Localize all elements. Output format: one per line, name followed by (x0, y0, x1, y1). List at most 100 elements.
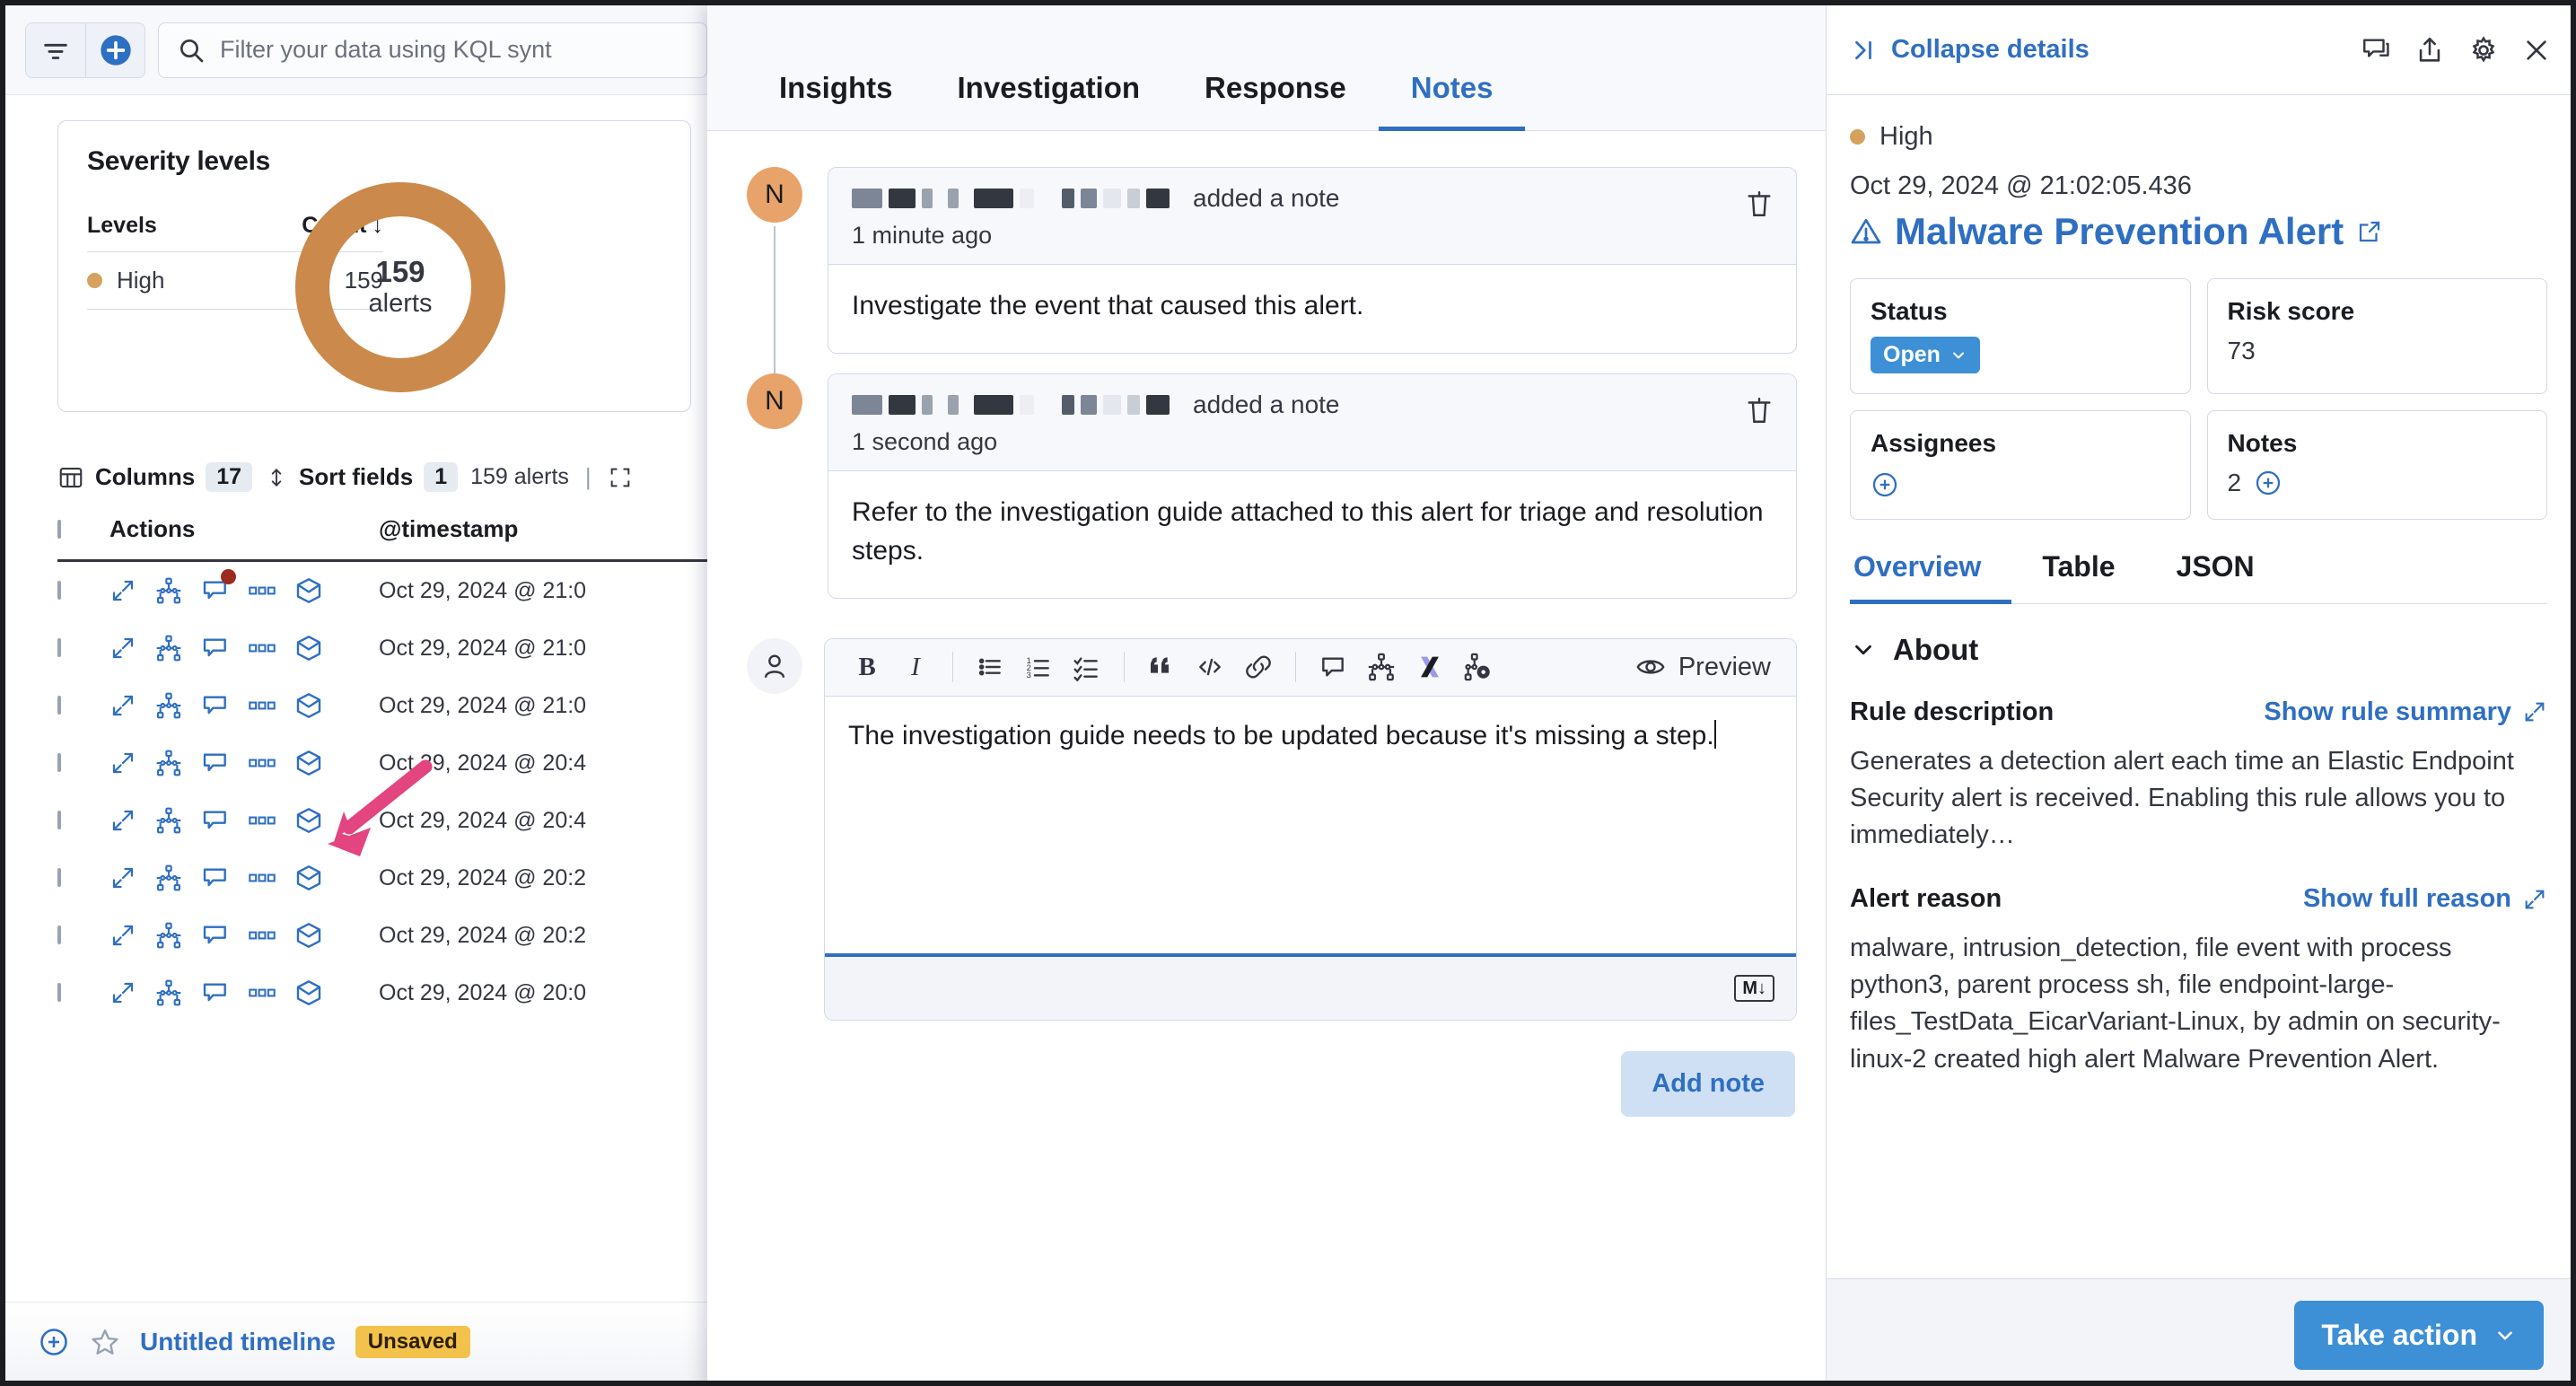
delete-note-button[interactable] (1744, 188, 1774, 224)
open-analyzer-button[interactable] (154, 921, 183, 950)
fullscreen-icon[interactable] (608, 465, 633, 490)
open-notes-button[interactable] (201, 978, 230, 1007)
osquery-icon[interactable] (1406, 646, 1454, 688)
table-row[interactable]: Oct 29, 2024 @ 21:0 (57, 619, 723, 677)
tab-json[interactable]: JSON (2146, 550, 2285, 604)
table-row[interactable]: Oct 29, 2024 @ 20:4 (57, 734, 723, 792)
expand-alert-button[interactable] (110, 692, 136, 719)
row-checkbox[interactable] (57, 925, 61, 944)
table-row[interactable]: Oct 29, 2024 @ 20:2 (57, 849, 723, 907)
status-badge[interactable]: Open (1871, 337, 1980, 373)
expand-alert-button[interactable] (110, 979, 136, 1006)
bold-icon[interactable]: B (843, 646, 891, 688)
timeline-title[interactable]: Untitled timeline (140, 1328, 336, 1356)
header-timestamp[interactable]: @timestamp (379, 515, 518, 543)
open-session-view-button[interactable] (248, 751, 276, 775)
kql-search-input[interactable]: Filter your data using KQL synt (158, 22, 707, 78)
add-to-case-button[interactable] (294, 864, 323, 892)
open-analyzer-button[interactable] (154, 864, 183, 892)
open-notes-button[interactable] (201, 634, 230, 662)
open-notes-button[interactable] (201, 921, 230, 950)
open-analyzer-button[interactable] (154, 978, 183, 1007)
open-session-view-button[interactable] (248, 809, 276, 832)
delete-note-button[interactable] (1744, 394, 1774, 431)
note-textarea[interactable]: The investigation guide needs to be upda… (825, 697, 1796, 957)
add-to-case-button[interactable] (294, 576, 323, 605)
filter-icon-button[interactable] (26, 22, 85, 77)
about-section-toggle[interactable]: About (1850, 633, 2547, 667)
open-notes-button[interactable] (201, 806, 230, 835)
columns-button[interactable]: Columns 17 (57, 462, 253, 492)
open-notes-button[interactable] (201, 691, 230, 720)
add-to-case-button[interactable] (294, 806, 323, 835)
ordered-list-icon[interactable]: 1 2 3 (1014, 646, 1063, 688)
close-icon[interactable] (2522, 36, 2551, 65)
select-all-checkbox[interactable] (57, 519, 61, 539)
expand-alert-button[interactable] (110, 864, 136, 891)
add-note-button[interactable]: Add note (1621, 1050, 1795, 1117)
add-to-case-button[interactable] (294, 921, 323, 950)
expand-alert-button[interactable] (110, 807, 136, 834)
analyzer-icon[interactable] (1357, 646, 1406, 688)
table-row[interactable]: Oct 29, 2024 @ 21:0 (57, 562, 723, 619)
open-notes-button[interactable] (201, 749, 230, 777)
open-session-view-button[interactable] (248, 981, 276, 1004)
table-row[interactable]: Oct 29, 2024 @ 21:0 (57, 677, 723, 734)
plus-circle-icon[interactable] (38, 1326, 70, 1358)
tab-response[interactable]: Response (1172, 71, 1379, 131)
show-rule-summary-link[interactable]: Show rule summary (2264, 697, 2547, 727)
expand-alert-button[interactable] (110, 635, 136, 662)
add-note-icon[interactable] (2254, 469, 2282, 497)
add-filter-button[interactable] (85, 22, 145, 77)
comment-icon[interactable] (2361, 35, 2391, 66)
add-to-case-button[interactable] (294, 749, 323, 777)
checklist-icon[interactable] (1063, 646, 1111, 688)
link-icon[interactable] (1234, 646, 1283, 688)
expand-alert-button[interactable] (110, 922, 136, 949)
open-notes-button[interactable] (201, 864, 230, 892)
take-action-button[interactable]: Take action (2294, 1301, 2544, 1370)
tab-table[interactable]: Table (2011, 550, 2145, 604)
row-checkbox[interactable] (57, 983, 61, 1002)
open-session-view-button[interactable] (248, 866, 276, 890)
row-checkbox[interactable] (57, 753, 61, 772)
session-view-icon[interactable] (1454, 646, 1503, 688)
bullet-list-icon[interactable] (966, 646, 1014, 688)
add-assignee-icon[interactable] (1871, 470, 1899, 499)
external-link-icon[interactable] (2356, 218, 2383, 245)
open-notes-button[interactable] (201, 569, 236, 605)
open-session-view-button[interactable] (248, 579, 276, 602)
tab-notes[interactable]: Notes (1378, 71, 1526, 131)
table-row[interactable]: Oct 29, 2024 @ 20:4 (57, 792, 723, 849)
expand-alert-button[interactable] (110, 577, 136, 604)
tab-investigation[interactable]: Investigation (925, 71, 1173, 131)
show-full-reason-link[interactable]: Show full reason (2303, 884, 2547, 914)
share-icon[interactable] (2414, 35, 2445, 66)
quote-icon[interactable] (1137, 646, 1186, 688)
timeline-icon[interactable] (1309, 646, 1357, 688)
open-session-view-button[interactable] (248, 636, 276, 660)
preview-toggle[interactable]: Preview (1635, 652, 1778, 682)
tab-insights[interactable]: Insights (747, 71, 925, 131)
star-icon[interactable] (90, 1327, 120, 1357)
open-analyzer-button[interactable] (154, 749, 183, 777)
add-to-case-button[interactable] (294, 634, 323, 662)
add-to-case-button[interactable] (294, 691, 323, 720)
collapse-details-button[interactable]: Collapse details (1850, 35, 2090, 65)
sort-fields-button[interactable]: Sort fields 1 (265, 462, 459, 492)
table-row[interactable]: Oct 29, 2024 @ 20:2 (57, 907, 723, 964)
open-session-view-button[interactable] (248, 694, 276, 717)
row-checkbox[interactable] (57, 638, 61, 657)
gear-icon[interactable] (2468, 35, 2499, 66)
table-row[interactable]: Oct 29, 2024 @ 20:0 (57, 964, 723, 1022)
row-checkbox[interactable] (57, 811, 61, 829)
row-checkbox[interactable] (57, 868, 61, 887)
row-checkbox[interactable] (57, 581, 61, 600)
alert-title[interactable]: Malware Prevention Alert (1850, 210, 2547, 253)
tab-overview[interactable]: Overview (1850, 550, 2012, 604)
open-analyzer-button[interactable] (154, 634, 183, 662)
open-analyzer-button[interactable] (154, 576, 183, 605)
open-session-view-button[interactable] (248, 924, 276, 947)
expand-alert-button[interactable] (110, 750, 136, 776)
open-analyzer-button[interactable] (154, 806, 183, 835)
